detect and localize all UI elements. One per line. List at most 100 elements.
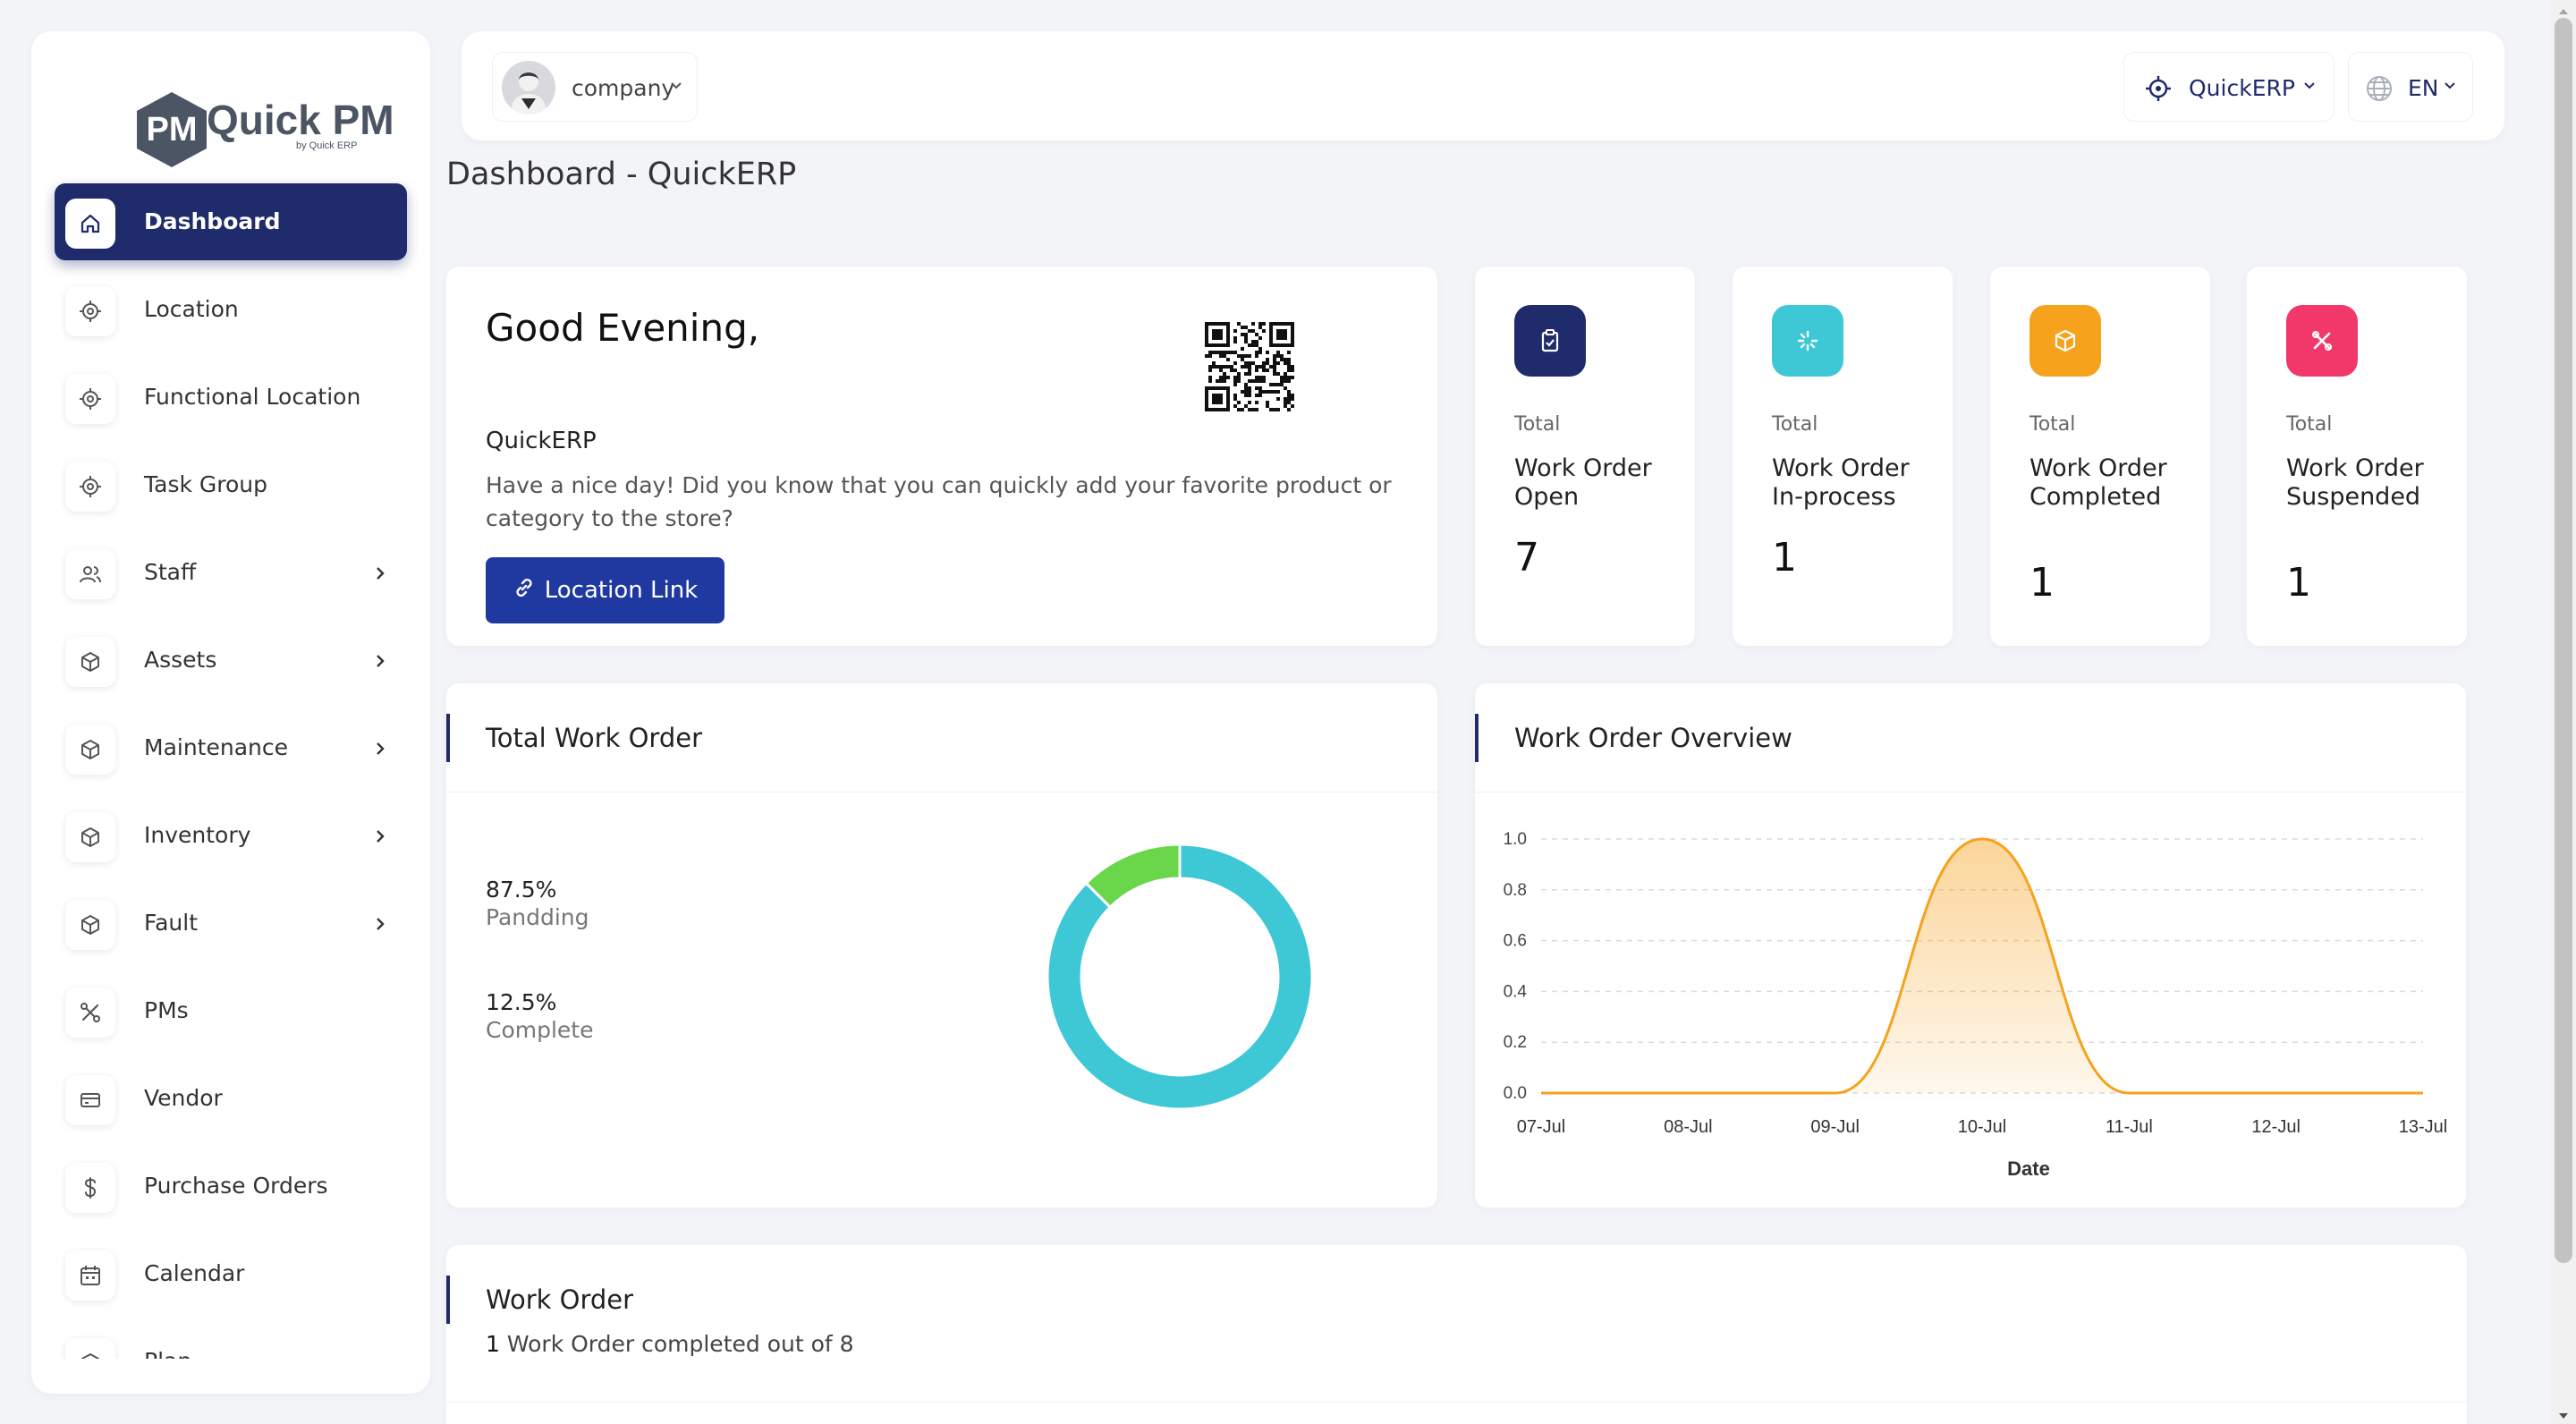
chevron-down-icon — [2442, 78, 2458, 97]
language-switcher[interactable]: EN — [2348, 52, 2473, 122]
header-accent — [446, 714, 450, 762]
home-icon — [65, 199, 115, 249]
sidebar-item-label: Location — [144, 296, 239, 322]
sidebar-item-plan[interactable]: Plan — [55, 1323, 407, 1359]
logo-name: Quick PM — [207, 97, 394, 143]
stat-card-completed[interactable]: Total Work Order Completed 1 — [1990, 267, 2210, 646]
sidebar-item-label: Assets — [144, 647, 217, 673]
sidebar-item-fault[interactable]: Fault — [55, 885, 407, 962]
sidebar-item-label: Fault — [144, 910, 198, 936]
sidebar-item-inventory[interactable]: Inventory — [55, 797, 407, 874]
top-bar: company QuickERP EN — [462, 31, 2504, 140]
x-tick-label: 08-Jul — [1664, 1117, 1712, 1137]
sidebar-item-label: Functional Location — [144, 384, 361, 410]
header-accent — [1475, 714, 1479, 762]
stat-value: 7 — [1514, 535, 1539, 581]
location-link-button[interactable]: Location Link — [486, 557, 724, 623]
welcome-card: Good Evening, QuickERP Have a nice day! … — [446, 267, 1437, 646]
link-icon — [513, 576, 536, 606]
tools-icon — [65, 987, 115, 1038]
x-tick-label: 13-Jul — [2399, 1117, 2447, 1137]
y-tick-label: 0.8 — [1504, 881, 1527, 900]
work-order-summary: 1 Work Order completed out of 8 — [486, 1331, 854, 1357]
sidebar-item-label: PMs — [144, 997, 189, 1023]
header-accent — [446, 1276, 450, 1324]
x-tick-label: 07-Jul — [1517, 1117, 1565, 1137]
dollar-icon — [65, 1163, 115, 1213]
sidebar-item-functional-location[interactable]: Functional Location — [55, 359, 407, 436]
donut-slice-complete[interactable] — [1084, 843, 1182, 910]
sidebar-item-label: Dashboard — [144, 208, 281, 234]
y-tick-label: 0.6 — [1504, 932, 1527, 951]
sidebar-item-label: Plan — [144, 1348, 191, 1359]
sidebar-item-maintenance[interactable]: Maintenance — [55, 709, 407, 786]
scroll-up-icon[interactable] — [2558, 4, 2569, 14]
work-order-card: Work Order 1 Work Order completed out of… — [446, 1245, 2467, 1424]
legend-item-pending: 87.5% Pandding — [486, 877, 589, 930]
card-title: Work Order — [486, 1284, 634, 1315]
card-icon — [65, 1075, 115, 1125]
legend-percent: 12.5% — [486, 989, 557, 1015]
avatar — [502, 61, 555, 114]
box-icon — [65, 637, 115, 687]
sidebar-item-dashboard[interactable]: Dashboard — [55, 183, 407, 260]
chevron-down-icon — [2301, 78, 2318, 97]
greeting: Good Evening, — [486, 306, 760, 350]
sidebar-item-purchase-orders[interactable]: Purchase Orders — [55, 1148, 407, 1225]
sidebar-item-label: Maintenance — [144, 734, 288, 760]
scrollbar-thumb[interactable] — [2555, 18, 2572, 1263]
stat-card-in-process[interactable]: Total Work Order In-process 1 — [1733, 267, 1953, 646]
card-title: Total Work Order — [486, 723, 703, 753]
stat-card-suspended[interactable]: Total Work Order Suspended 1 — [2247, 267, 2467, 646]
location-link-label: Location Link — [544, 577, 699, 604]
card-header: Work Order Overview — [1475, 683, 2466, 793]
total-work-order-card: Total Work Order 87.5% Pandding 12.5% Co… — [446, 683, 1437, 1208]
sidebar-item-calendar[interactable]: Calendar — [55, 1235, 407, 1312]
logo-subtitle: by Quick ERP — [296, 140, 358, 151]
stat-title: Work Order In-process — [1772, 454, 1910, 511]
company-label: company — [572, 75, 675, 101]
organization-label: QuickERP — [2189, 75, 2295, 101]
y-tick-label: 1.0 — [1504, 830, 1527, 849]
organization-switcher[interactable]: QuickERP — [2123, 52, 2334, 122]
scroll-down-icon[interactable] — [2558, 1408, 2569, 1419]
target-icon — [65, 286, 115, 336]
stat-total-label: Total — [2029, 413, 2076, 436]
donut-chart[interactable] — [1046, 843, 1314, 1111]
qr-code-icon[interactable] — [1205, 322, 1294, 411]
page-scrollbar[interactable] — [2551, 0, 2576, 1424]
target-icon — [2144, 74, 2173, 106]
box-icon — [2029, 305, 2101, 377]
sidebar-item-pms[interactable]: PMs — [55, 972, 407, 1049]
card-title: Work Order Overview — [1514, 723, 1792, 753]
target-icon — [65, 462, 115, 512]
box-icon — [65, 900, 115, 950]
work-order-summary-text: Work Order completed out of 8 — [506, 1331, 854, 1357]
area-chart[interactable]: 0.0 0.2 0.4 0.6 0.8 1.0 07-Jul 08-Jul 09-Jul 10-J… — [1475, 793, 2466, 1208]
stat-value: 1 — [2286, 560, 2311, 606]
stat-title: Work Order Completed — [2029, 454, 2167, 511]
sidebar-item-staff[interactable]: Staff — [55, 534, 407, 611]
sidebar-item-location[interactable]: Location — [55, 271, 407, 348]
y-tick-label: 0.2 — [1504, 1033, 1527, 1052]
y-tick-label: 0.0 — [1504, 1084, 1527, 1103]
globe-icon — [2365, 74, 2394, 106]
chevron-right-icon — [371, 738, 389, 759]
area-fill — [1541, 839, 2423, 1093]
x-tick-label: 10-Jul — [1958, 1117, 2006, 1137]
completed-count: 1 — [486, 1331, 500, 1357]
chevron-right-icon — [371, 913, 389, 935]
stat-card-open[interactable]: Total Work Order Open 7 — [1475, 267, 1695, 646]
app-logo[interactable]: PM Quick PM by Quick ERP — [130, 83, 394, 173]
sidebar-item-assets[interactable]: Assets — [55, 622, 407, 699]
chevron-down-icon — [668, 78, 684, 97]
target-icon — [65, 374, 115, 424]
legend-item-complete: 12.5% Complete — [486, 989, 593, 1043]
calendar-icon — [65, 1250, 115, 1301]
x-tick-label: 09-Jul — [1810, 1117, 1859, 1137]
users-icon — [65, 549, 115, 599]
sidebar-item-vendor[interactable]: Vendor — [55, 1060, 407, 1137]
company-menu-button[interactable]: company — [492, 52, 698, 122]
tools-icon — [2286, 305, 2358, 377]
sidebar-item-task-group[interactable]: Task Group — [55, 446, 407, 523]
